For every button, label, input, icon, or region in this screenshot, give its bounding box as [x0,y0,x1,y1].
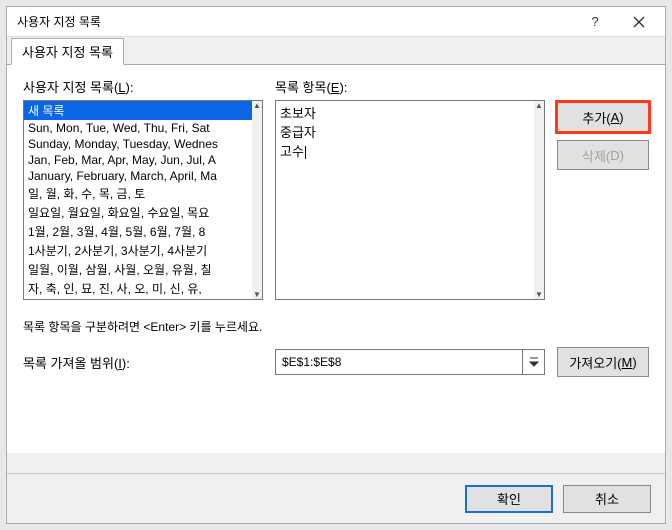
tabstrip: 사용자 지정 목록 [7,41,665,65]
list-item[interactable]: Sun, Mon, Tue, Wed, Thu, Fri, Sat [24,120,252,136]
scroll-down-icon: ▼ [253,290,261,299]
list-item[interactable]: 일요일, 월요일, 화요일, 수요일, 목요 [24,203,252,222]
help-button[interactable]: ? [573,8,617,36]
import-range-label: 목록 가져올 범위(I): [23,353,263,372]
entry-line: 중급자 [280,122,540,141]
list-entries-label: 목록 항목(E): [275,77,545,96]
entry-line: 고수 [280,141,540,160]
hint-text: 목록 항목을 구분하려면 <Enter> 키를 누르세요. [23,318,649,335]
cancel-button[interactable]: 취소 [563,485,651,513]
titlebar: 사용자 지정 목록 ? [7,7,665,37]
entry-line: 초보자 [280,103,540,122]
list-item[interactable]: 1사분기, 2사분기, 3사분기, 4사분기 [24,241,252,260]
list-item[interactable]: 갑, 을, 병, 정, 무, 기, 경, 신, 임, 계 [24,298,252,299]
custom-lists-dialog: 사용자 지정 목록 ? 사용자 지정 목록 사용자 지정 목록(L): 새 목록… [6,6,666,524]
delete-button: 삭제(D) [557,140,649,170]
list-item[interactable]: 자, 축, 인, 묘, 진, 사, 오, 미, 신, 유, [24,279,252,298]
dialog-title: 사용자 지정 목록 [17,13,573,30]
import-range-value: $E$1:$E$8 [276,355,522,369]
list-item[interactable]: January, February, March, April, Ma [24,168,252,184]
dialog-footer: 확인 취소 [7,473,665,523]
list-item[interactable]: Jan, Feb, Mar, Apr, May, Jun, Jul, A [24,152,252,168]
custom-lists-listbox[interactable]: 새 목록Sun, Mon, Tue, Wed, Thu, Fri, SatSun… [23,100,263,300]
tab-panel: 사용자 지정 목록(L): 새 목록Sun, Mon, Tue, Wed, Th… [7,65,665,453]
import-range-input[interactable]: $E$1:$E$8 [275,349,545,375]
list-entries-textarea[interactable]: 초보자중급자고수 ▲ ▼ [275,100,545,300]
add-button[interactable]: 추가(A) [557,102,649,132]
scroll-up-icon: ▲ [535,101,543,110]
list-item[interactable]: 일, 월, 화, 수, 목, 금, 토 [24,184,252,203]
list-item[interactable]: 일월, 이월, 삼월, 사월, 오월, 유월, 칠 [24,260,252,279]
ok-button[interactable]: 확인 [465,485,553,513]
scrollbar[interactable]: ▲ ▼ [252,101,262,299]
close-button[interactable] [617,8,661,36]
list-item[interactable]: 1월, 2월, 3월, 4월, 5월, 6월, 7월, 8 [24,222,252,241]
tab-custom-lists[interactable]: 사용자 지정 목록 [11,38,124,65]
range-selector-button[interactable] [522,350,544,374]
tab-label: 사용자 지정 목록 [22,45,113,60]
import-button[interactable]: 가져오기(M) [557,347,649,377]
scroll-up-icon: ▲ [253,101,261,110]
scroll-down-icon: ▼ [535,290,543,299]
scrollbar[interactable]: ▲ ▼ [534,101,544,299]
list-item[interactable]: Sunday, Monday, Tuesday, Wednes [24,136,252,152]
custom-lists-label: 사용자 지정 목록(L): [23,77,263,96]
list-item[interactable]: 새 목록 [24,101,252,120]
